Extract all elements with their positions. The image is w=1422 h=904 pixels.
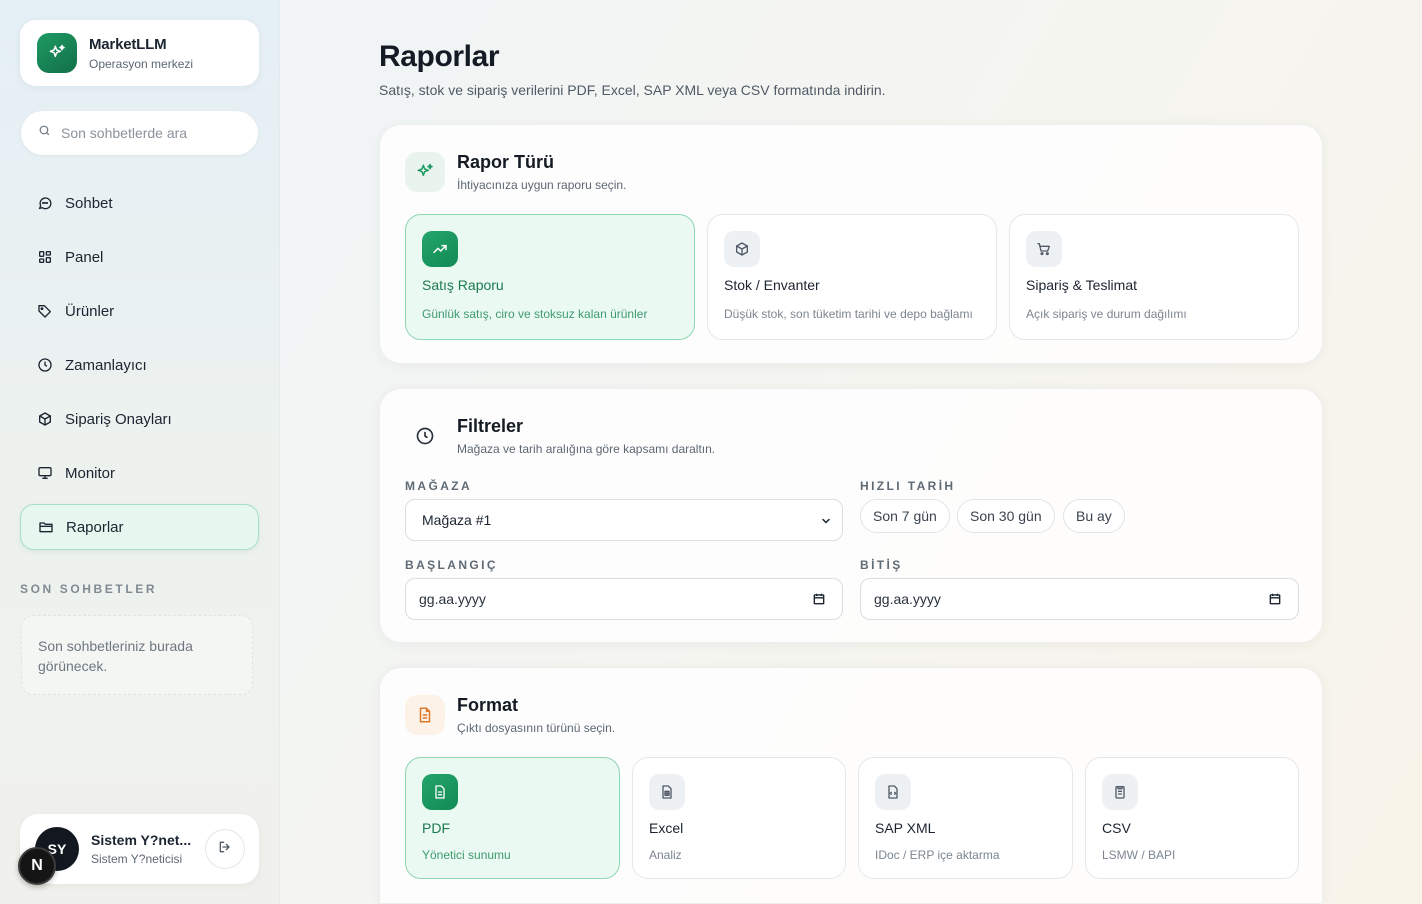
sidebar-item-raporlar[interactable]: Raporlar bbox=[20, 504, 259, 550]
sidebar-item-label: Sohbet bbox=[65, 194, 113, 212]
quick-date-30-days[interactable]: Son 30 gün bbox=[957, 499, 1055, 533]
cart-icon bbox=[1026, 231, 1062, 267]
end-date-label: BİTİŞ bbox=[860, 558, 903, 572]
spreadsheet-icon bbox=[649, 774, 685, 810]
sidebar-item-zamanlayici[interactable]: Zamanlayıcı bbox=[20, 342, 259, 388]
format-option-desc: LSMW / BAPI bbox=[1102, 848, 1176, 862]
filters-subtitle: Mağaza ve tarih aralığına göre kapsamı d… bbox=[457, 442, 716, 456]
report-option-desc: Günlük satış, ciro ve stoksuz kalan ürün… bbox=[422, 307, 648, 321]
sidebar-item-label: Monitor bbox=[65, 464, 116, 482]
report-type-card: Rapor Türü İhtiyacınıza uygun raporu seç… bbox=[379, 124, 1323, 364]
sidebar-item-label: Raporlar bbox=[66, 518, 124, 536]
recent-chats-empty: Son sohbetleriniz burada görünecek. bbox=[21, 615, 253, 695]
sparkles-icon bbox=[37, 33, 77, 73]
sidebar-item-siparis-onaylari[interactable]: Sipariş Onayları bbox=[20, 396, 259, 442]
format-title: Format bbox=[457, 695, 519, 715]
start-date-label: BAŞLANGIÇ bbox=[405, 558, 498, 572]
quick-date-7-days[interactable]: Son 7 gün bbox=[860, 499, 950, 533]
package-icon bbox=[724, 231, 760, 267]
report-type-title: Rapor Türü bbox=[457, 152, 554, 172]
recent-chats-heading: SON SOHBETLER bbox=[20, 582, 158, 596]
store-select[interactable]: Mağaza #1 bbox=[405, 499, 843, 541]
format-card: Format Çıktı dosyasının türünü seçin. PD… bbox=[379, 667, 1323, 904]
format-option-pdf[interactable]: PDF Yönetici sunumu bbox=[405, 757, 620, 879]
start-date-value: gg.aa.yyyy bbox=[419, 591, 486, 607]
format-option-title: Excel bbox=[649, 820, 684, 836]
report-option-desc: Açık sipariş ve durum dağılımı bbox=[1026, 307, 1187, 321]
sidebar-item-label: Zamanlayıcı bbox=[65, 356, 147, 374]
box-icon bbox=[37, 411, 53, 427]
calendar-icon bbox=[812, 592, 826, 609]
store-label: MAĞAZA bbox=[405, 479, 473, 493]
search-icon bbox=[38, 124, 51, 142]
report-option-title: Sipariş & Teslimat bbox=[1026, 277, 1138, 293]
report-option-orders[interactable]: Sipariş & Teslimat Açık sipariş ve durum… bbox=[1009, 214, 1299, 340]
search-input[interactable] bbox=[61, 125, 241, 141]
tag-icon bbox=[37, 303, 53, 319]
logout-button[interactable] bbox=[205, 829, 245, 869]
user-role: Sistem Y?neticisi bbox=[91, 852, 183, 866]
format-option-title: PDF bbox=[422, 820, 450, 836]
format-subtitle: Çıktı dosyasının türünü seçin. bbox=[457, 721, 616, 735]
sidebar: MarketLLM Operasyon merkezi Sohbet Panel… bbox=[0, 0, 280, 904]
filters-title: Filtreler bbox=[457, 416, 524, 436]
clock-icon bbox=[37, 357, 53, 373]
report-option-stock[interactable]: Stok / Envanter Düşük stok, son tüketim … bbox=[707, 214, 997, 340]
sidebar-item-panel[interactable]: Panel bbox=[20, 234, 259, 280]
report-option-desc: Düşük stok, son tüketim tarihi ve depo b… bbox=[724, 307, 973, 321]
trend-up-icon bbox=[422, 231, 458, 267]
quick-date-label: HIZLI TARİH bbox=[860, 479, 956, 493]
logout-icon bbox=[217, 839, 233, 860]
sparkles-icon bbox=[405, 152, 445, 192]
report-option-title: Satış Raporu bbox=[422, 277, 504, 293]
format-option-desc: Analiz bbox=[649, 848, 682, 862]
grid-icon bbox=[37, 249, 53, 265]
file-icon bbox=[405, 695, 445, 735]
brand-name: MarketLLM bbox=[89, 35, 167, 53]
brand-card[interactable]: MarketLLM Operasyon merkezi bbox=[20, 20, 259, 86]
search-box bbox=[21, 111, 258, 155]
user-card: SY Sistem Y?net... Sistem Y?neticisi bbox=[20, 814, 259, 884]
end-date-value: gg.aa.yyyy bbox=[874, 591, 941, 607]
file-text-icon bbox=[422, 774, 458, 810]
store-select-value: Mağaza #1 bbox=[422, 512, 492, 528]
chat-icon bbox=[37, 195, 53, 211]
sidebar-item-urunler[interactable]: Ürünler bbox=[20, 288, 259, 334]
sidebar-item-sohbet[interactable]: Sohbet bbox=[20, 180, 259, 226]
page-subtitle: Satış, stok ve sipariş verilerini PDF, E… bbox=[379, 82, 886, 98]
format-option-excel[interactable]: Excel Analiz bbox=[632, 757, 846, 879]
file-code-icon bbox=[875, 774, 911, 810]
n-badge[interactable]: N bbox=[18, 847, 56, 885]
monitor-icon bbox=[37, 465, 53, 481]
format-option-desc: Yönetici sunumu bbox=[422, 848, 511, 862]
calendar-icon bbox=[1268, 592, 1282, 609]
sidebar-item-label: Ürünler bbox=[65, 302, 115, 320]
format-option-desc: IDoc / ERP içe aktarma bbox=[875, 848, 1000, 862]
format-option-csv[interactable]: CSV LSMW / BAPI bbox=[1085, 757, 1299, 879]
report-option-sales[interactable]: Satış Raporu Günlük satış, ciro ve stoks… bbox=[405, 214, 695, 340]
format-option-title: CSV bbox=[1102, 820, 1131, 836]
quick-date-this-month[interactable]: Bu ay bbox=[1063, 499, 1125, 533]
clipboard-icon bbox=[1102, 774, 1138, 810]
report-option-title: Stok / Envanter bbox=[724, 277, 820, 293]
filters-card: Filtreler Mağaza ve tarih aralığına göre… bbox=[379, 388, 1323, 643]
folder-icon bbox=[38, 519, 54, 535]
end-date-input[interactable]: gg.aa.yyyy bbox=[860, 578, 1299, 620]
sidebar-item-monitor[interactable]: Monitor bbox=[20, 450, 259, 496]
start-date-input[interactable]: gg.aa.yyyy bbox=[405, 578, 843, 620]
format-option-sap-xml[interactable]: SAP XML IDoc / ERP içe aktarma bbox=[858, 757, 1073, 879]
brand-subtitle: Operasyon merkezi bbox=[89, 56, 194, 71]
page-title: Raporlar bbox=[379, 40, 500, 73]
chevron-down-icon bbox=[820, 514, 832, 530]
user-name: Sistem Y?net... bbox=[91, 832, 192, 848]
clock-icon bbox=[405, 416, 445, 456]
sidebar-item-label: Panel bbox=[65, 248, 104, 266]
sidebar-nav: Sohbet Panel Ürünler Zamanlayıcı Sipariş… bbox=[20, 180, 259, 558]
report-type-subtitle: İhtiyacınıza uygun raporu seçin. bbox=[457, 178, 627, 192]
format-option-title: SAP XML bbox=[875, 820, 936, 836]
sidebar-item-label: Sipariş Onayları bbox=[65, 410, 172, 428]
